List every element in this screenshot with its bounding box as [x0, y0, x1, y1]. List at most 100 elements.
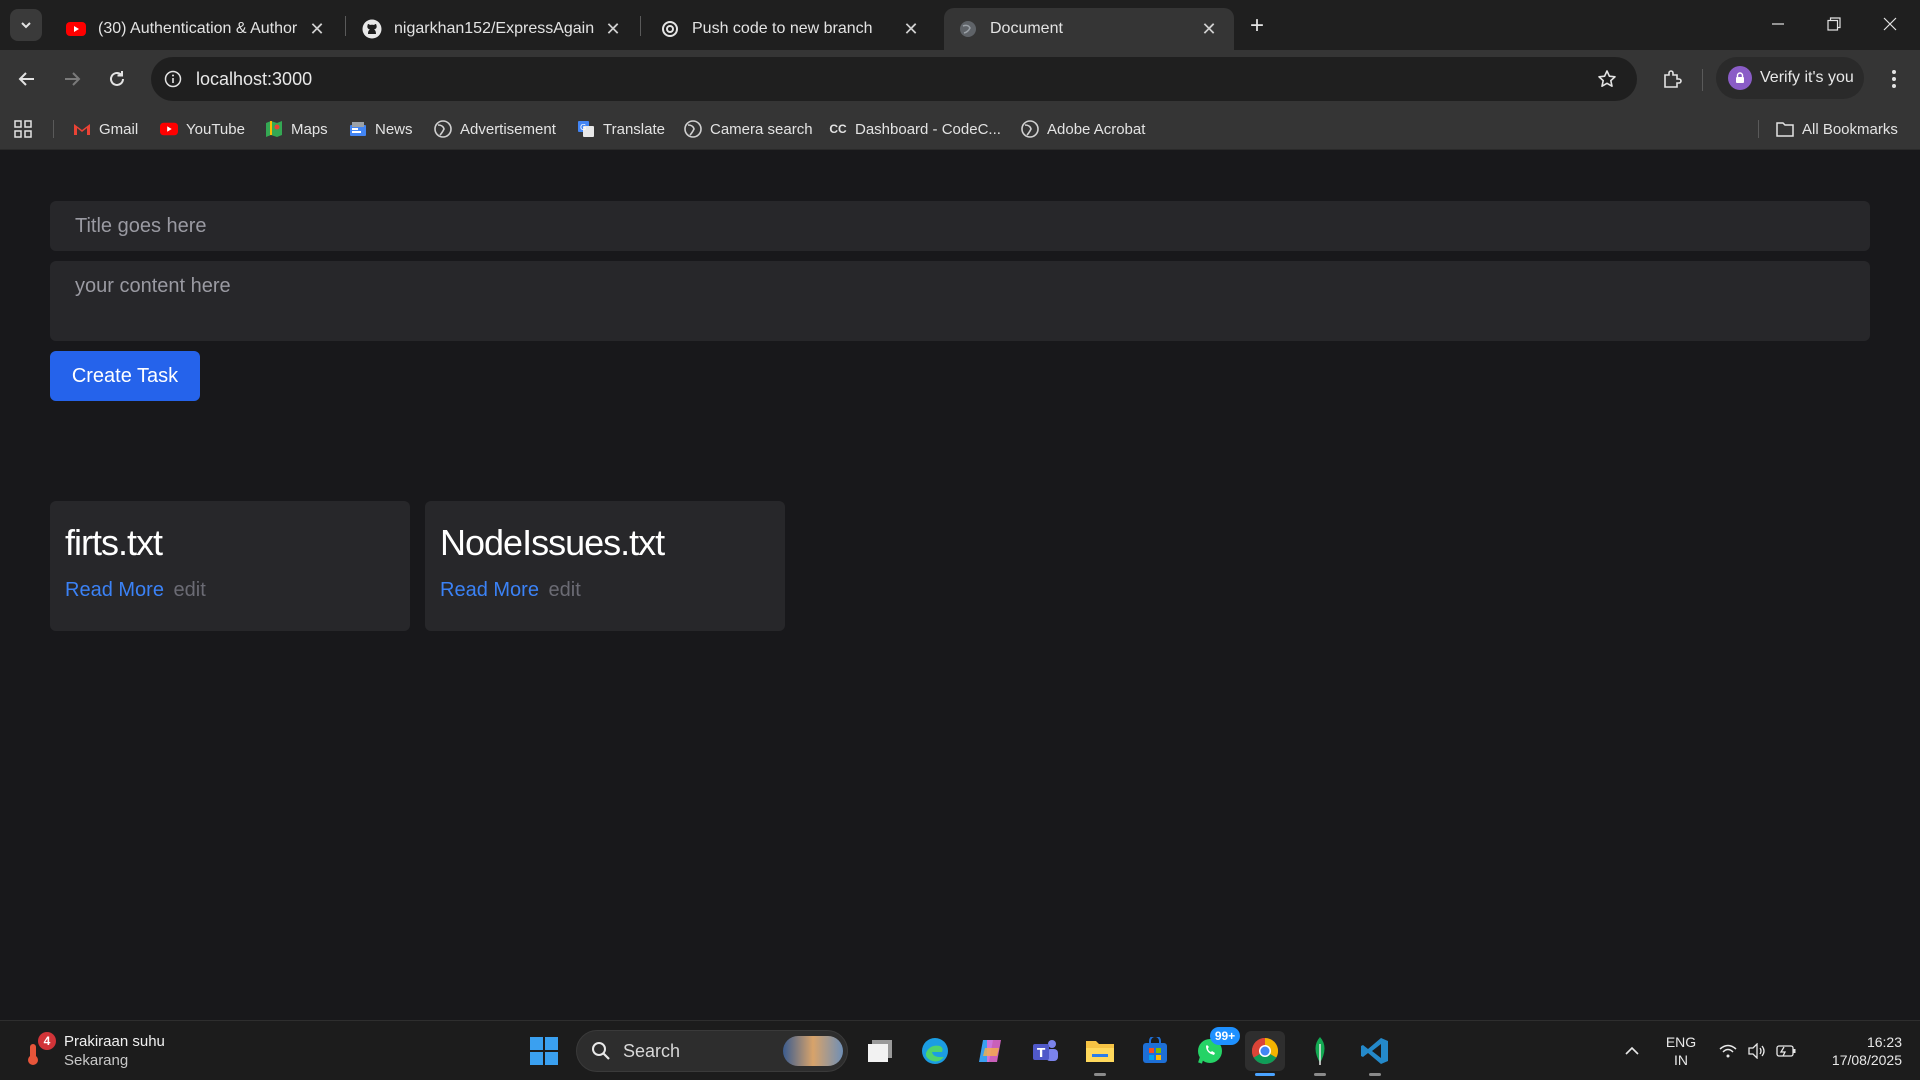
maps-icon	[265, 120, 283, 138]
wifi-status[interactable]	[1716, 1031, 1740, 1071]
show-hidden-icons-button[interactable]	[1620, 1031, 1644, 1071]
browser-toolbar: localhost:3000 Verify it's you	[0, 50, 1920, 108]
task-view-icon	[868, 1040, 892, 1062]
bookmark-label: Translate	[603, 120, 665, 138]
taskbar-edge[interactable]	[915, 1031, 955, 1071]
notification-badge: 99+	[1210, 1027, 1240, 1045]
minimize-icon	[1772, 23, 1784, 25]
bookmark-translate[interactable]: G Translate	[577, 117, 665, 141]
read-more-link[interactable]: Read More	[440, 579, 539, 601]
taskbar-store[interactable]	[1135, 1031, 1175, 1071]
bookmark-label: Camera search	[710, 120, 813, 138]
bookmark-advertisement[interactable]: Advertisement	[434, 117, 556, 141]
bookmark-adobe-acrobat[interactable]: Adobe Acrobat	[1021, 117, 1145, 141]
tab-youtube[interactable]: (30) Authentication & Authoriza ✕	[52, 8, 342, 50]
language-indicator[interactable]: ENG IN	[1663, 1033, 1699, 1069]
tab-github[interactable]: nigarkhan152/ExpressAgain at ✕	[348, 8, 638, 50]
battery-status[interactable]	[1774, 1031, 1798, 1071]
chrome-icon	[1251, 1037, 1279, 1065]
address-bar[interactable]: localhost:3000	[151, 57, 1637, 101]
bookmark-news[interactable]: News	[349, 117, 413, 141]
page-content: Create Task firts.txt Read More edit Nod…	[0, 151, 1920, 1020]
language-code: ENG	[1665, 1034, 1697, 1050]
tab-search-button[interactable]	[10, 9, 42, 41]
start-button[interactable]	[524, 1031, 564, 1071]
bookmark-gmail[interactable]: Gmail	[73, 117, 138, 141]
profile-verify-button[interactable]: Verify it's you	[1716, 57, 1864, 99]
taskbar-vscode[interactable]	[1355, 1031, 1395, 1076]
volume-icon	[1748, 1043, 1765, 1059]
restore-icon	[1827, 17, 1841, 31]
apps-button[interactable]	[14, 117, 32, 141]
minimize-button[interactable]	[1750, 0, 1806, 48]
tab-document[interactable]: Document ✕	[944, 8, 1234, 50]
folder-icon	[1086, 1041, 1114, 1062]
taskbar-whatsapp[interactable]: 99+	[1190, 1027, 1240, 1071]
close-icon[interactable]: ✕	[602, 18, 624, 40]
weather-widget[interactable]: 4 Prakiraan suhu Sekarang	[24, 1029, 165, 1073]
arrow-right-icon	[65, 72, 81, 86]
taskbar-mongodb[interactable]	[1300, 1031, 1340, 1076]
edit-link[interactable]: edit	[549, 579, 581, 601]
taskbar-chrome[interactable]	[1245, 1031, 1285, 1076]
reload-button[interactable]	[101, 63, 133, 95]
clock-date: 17/08/2025	[1831, 1052, 1902, 1068]
tab-separator	[345, 16, 346, 36]
bookmark-maps[interactable]: Maps	[265, 117, 328, 141]
clock-time: 16:23	[1866, 1034, 1902, 1050]
all-bookmarks-button[interactable]: All Bookmarks	[1776, 117, 1898, 141]
volume-status[interactable]	[1745, 1031, 1769, 1071]
create-task-button[interactable]: Create Task	[50, 351, 200, 401]
more-vertical-icon	[1892, 70, 1896, 88]
bookmark-youtube[interactable]: YouTube	[160, 117, 245, 141]
bookmarks-bar: Gmail YouTube Maps News Advertisement G …	[0, 108, 1920, 150]
windows-logo-icon	[530, 1037, 558, 1065]
task-content-input[interactable]	[50, 261, 1870, 341]
task-card: firts.txt Read More edit	[50, 501, 410, 631]
avatar	[1728, 66, 1752, 90]
bookmark-star-icon[interactable]	[1595, 67, 1619, 91]
taskbar-copilot[interactable]	[970, 1031, 1010, 1071]
edit-link[interactable]: edit	[174, 579, 206, 601]
plus-icon: +	[1249, 12, 1264, 39]
taskbar-search[interactable]: Search	[576, 1030, 848, 1072]
new-tab-button[interactable]: +	[1243, 12, 1271, 40]
read-more-link[interactable]: Read More	[65, 579, 164, 601]
close-window-button[interactable]	[1862, 0, 1918, 48]
globe-icon	[958, 19, 978, 39]
forward-button[interactable]	[56, 63, 88, 95]
copilot-icon	[979, 1040, 1001, 1062]
close-icon[interactable]: ✕	[1198, 18, 1220, 40]
bookmark-label: Advertisement	[460, 120, 556, 138]
running-indicator	[1094, 1073, 1106, 1076]
vscode-icon	[1361, 1038, 1388, 1064]
gmail-icon	[73, 120, 91, 138]
taskbar-file-explorer[interactable]	[1080, 1031, 1120, 1076]
close-icon[interactable]: ✕	[900, 18, 922, 40]
extensions-button[interactable]	[1656, 63, 1688, 95]
arrow-left-icon	[18, 72, 34, 86]
battery-icon	[1776, 1045, 1796, 1057]
globe-icon	[434, 120, 452, 138]
close-icon[interactable]: ✕	[306, 18, 328, 40]
bookmark-dashboard-codechef[interactable]: CC Dashboard - CodeC...	[829, 117, 1001, 141]
bookmark-camera-search[interactable]: Camera search	[684, 117, 813, 141]
folder-icon	[1776, 120, 1794, 138]
task-title-input[interactable]	[50, 201, 1870, 251]
youtube-icon	[160, 120, 178, 138]
restore-button[interactable]	[1806, 0, 1862, 48]
chatgpt-icon	[660, 19, 680, 39]
site-info-icon[interactable]	[161, 67, 185, 91]
bookmark-label: Gmail	[99, 120, 139, 138]
browser-menu-button[interactable]	[1878, 63, 1910, 95]
chevron-down-icon	[21, 22, 31, 29]
task-view-button[interactable]	[860, 1031, 900, 1071]
system-clock[interactable]: 16:23 17/08/2025	[1812, 1033, 1902, 1069]
back-button[interactable]	[11, 63, 43, 95]
taskbar-teams[interactable]: T	[1025, 1031, 1065, 1071]
windows-taskbar: 4 Prakiraan suhu Sekarang Search T 99+ E…	[0, 1020, 1920, 1080]
tab-chatgpt[interactable]: Push code to new branch ✕	[646, 8, 936, 50]
task-name: firts.txt	[65, 522, 163, 563]
verify-label: Verify it's you	[1760, 69, 1854, 86]
store-icon	[1143, 1037, 1167, 1063]
